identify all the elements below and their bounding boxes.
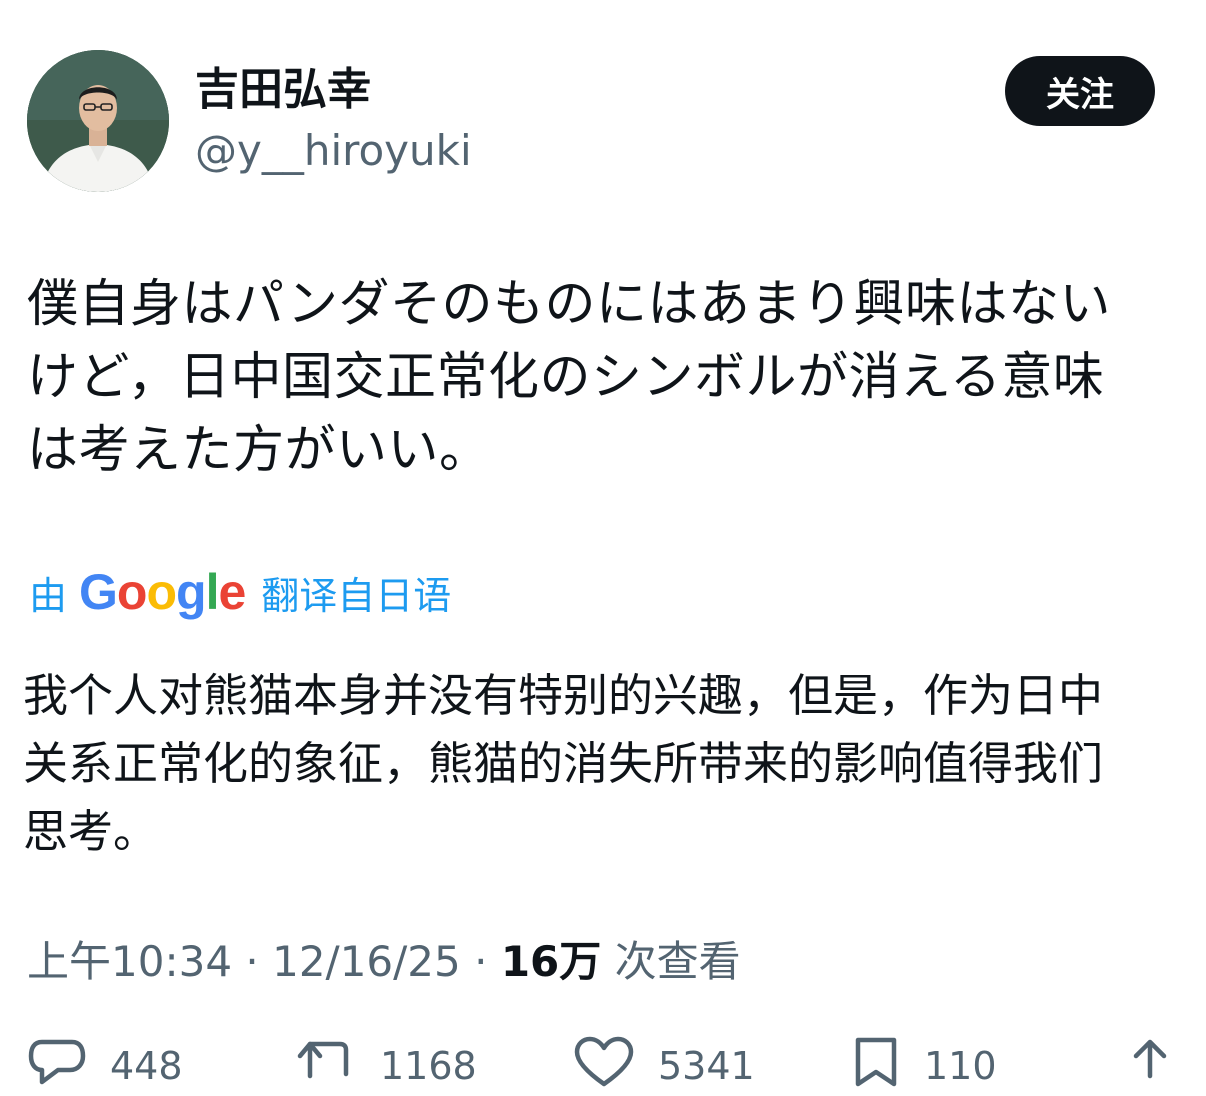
tweet-text: 僕自身はパンダそのものにはあまり興味はない けど，日中国交正常化のシンボルが消え…: [27, 275, 1112, 480]
views-count[interactable]: 16万: [501, 937, 601, 986]
bookmark-icon: [852, 1036, 900, 1088]
translated-text: 我个人对熊猫本身并没有特别的兴趣，但是，作为日中 关系正常化的象征，熊猫的消失所…: [23, 669, 1104, 858]
avatar[interactable]: [27, 50, 169, 192]
translated-by-link[interactable]: 由 Google 翻译自日语: [29, 560, 451, 624]
tweet-time[interactable]: 上午10:34: [27, 937, 232, 986]
reply-button[interactable]: 448: [28, 1036, 183, 1088]
like-icon: [574, 1036, 634, 1088]
repost-button[interactable]: 1168: [296, 1036, 477, 1088]
views-label: 次查看: [601, 937, 741, 986]
share-button[interactable]: [1124, 1036, 1176, 1088]
repost-icon: [296, 1036, 356, 1088]
translation-prefix: 由: [29, 573, 68, 618]
tweet-date[interactable]: 12/16/25: [272, 937, 461, 986]
repost-count: 1168: [380, 1044, 477, 1088]
author-handle[interactable]: @y__hiroyuki: [195, 124, 472, 178]
share-icon: [1124, 1036, 1176, 1088]
like-count: 5341: [658, 1044, 755, 1088]
bookmark-count: 110: [924, 1044, 997, 1088]
action-bar: 448 1168 5341 110: [0, 1036, 1206, 1096]
reply-count: 448: [110, 1044, 183, 1088]
tweet-meta: 上午10:34 · 12/16/25 · 16万 次查看: [27, 932, 741, 992]
meta-separator: ·: [232, 937, 273, 986]
follow-button[interactable]: 关注: [1005, 56, 1155, 126]
bookmark-button[interactable]: 110: [852, 1036, 997, 1088]
like-button[interactable]: 5341: [574, 1036, 755, 1088]
meta-separator: ·: [460, 937, 501, 986]
author-display-name[interactable]: 吉田弘幸: [195, 62, 371, 118]
translation-suffix: 翻译自日语: [261, 573, 452, 618]
google-logo: Google: [79, 564, 246, 620]
reply-icon: [28, 1036, 86, 1088]
